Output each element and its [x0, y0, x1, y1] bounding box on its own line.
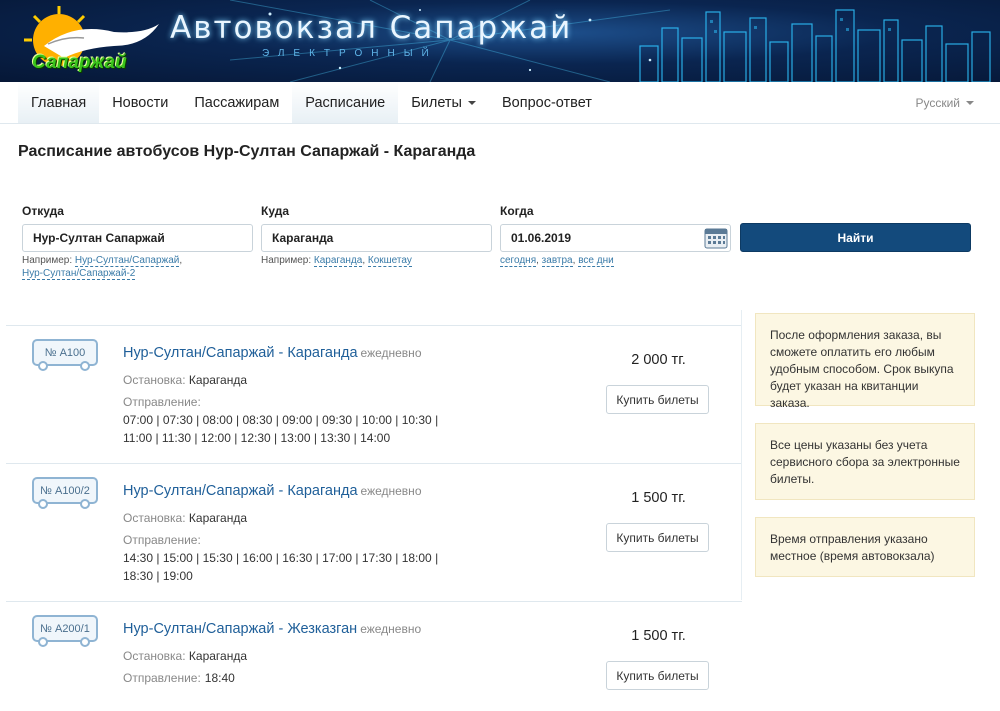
- nav-label: Главная: [31, 94, 87, 111]
- date-value: 01.06.2019: [511, 231, 572, 245]
- departure-times: 07:00 | 07:30 | 08:00 | 08:30 | 09:00 | …: [123, 413, 439, 445]
- date-input[interactable]: 01.06.2019: [500, 224, 731, 252]
- stop-value: Караганда: [188, 373, 248, 387]
- nav-label: Билеты: [411, 94, 462, 111]
- from-hint: Например: Нур-Султан/Сапаржай, Нур-Султа…: [22, 255, 183, 280]
- route-frequency: ежедневно: [360, 346, 422, 360]
- find-button[interactable]: Найти: [740, 223, 971, 252]
- ticket-price: 2 000 тг.: [631, 352, 686, 368]
- departure-label: Отправление:: [123, 533, 201, 547]
- main-navbar: Главная Новости Пассажирам Расписание Би…: [0, 82, 1000, 124]
- price-info-note: Все цены указаны без учета сервисного сб…: [755, 423, 975, 500]
- nav-label: Вопрос-ответ: [501, 94, 592, 111]
- route-name: Нур-Султан/Сапаржай - Караганда: [123, 483, 358, 499]
- nav-item-faq[interactable]: Вопрос-ответ: [489, 82, 605, 123]
- stop-value: Караганда: [188, 649, 248, 663]
- chevron-down-icon: [467, 100, 476, 105]
- from-input[interactable]: Нур-Султан Сапаржай: [22, 224, 253, 252]
- to-example-link[interactable]: Караганда: [313, 255, 363, 267]
- buy-tickets-button[interactable]: Купить билеты: [606, 523, 709, 552]
- hint-prefix: Например:: [22, 255, 73, 266]
- from-value: Нур-Султан Сапаржай: [33, 231, 165, 245]
- to-value: Караганда: [272, 231, 334, 245]
- stop-label: Остановка:: [123, 511, 186, 525]
- from-example-link[interactable]: Нур-Султан/Сапаржай: [74, 255, 180, 267]
- stop-info: Остановка: Караганда: [123, 373, 247, 387]
- wheel-icon: [80, 637, 90, 647]
- nav-label: Расписание: [305, 94, 386, 111]
- nav-item-passengers[interactable]: Пассажирам: [181, 82, 292, 123]
- bus-number-badge: № А100/2: [32, 477, 98, 509]
- chevron-down-icon: [966, 101, 974, 105]
- wheel-icon: [38, 499, 48, 509]
- route-link[interactable]: Нур-Султан/Сапаржай - Жезказган ежедневно: [123, 621, 421, 637]
- from-field-group: Откуда Нур-Султан Сапаржай Например: Нур…: [22, 204, 253, 280]
- calendar-icon[interactable]: [704, 227, 728, 249]
- route-frequency: ежедневно: [360, 484, 422, 498]
- route-row: № А100 Нур-Султан/Сапаржай - Караганда еж…: [6, 325, 742, 463]
- departure-info: Отправление: 18:40: [123, 671, 235, 685]
- ticket-price: 1 500 тг.: [631, 628, 686, 644]
- date-tomorrow-link[interactable]: завтра: [541, 255, 573, 267]
- date-all-days-link[interactable]: все дни: [578, 255, 614, 267]
- date-label: Когда: [500, 204, 534, 218]
- stop-label: Остановка:: [123, 373, 186, 387]
- to-field-group: Куда Караганда Например: Караганда, Кокш…: [261, 204, 492, 267]
- to-input[interactable]: Караганда: [261, 224, 492, 252]
- city-skyline-decoration: [639, 9, 991, 82]
- site-banner: Сапаржай Автовокзал Сапаржай ЭЛЕКТРОННЫЙ: [0, 0, 1000, 82]
- nav-item-tickets[interactable]: Билеты: [398, 82, 489, 123]
- to-example-link[interactable]: Кокшетау: [367, 255, 412, 267]
- bus-number-badge: № А200/1: [32, 615, 98, 647]
- wheel-icon: [80, 499, 90, 509]
- logo-wordmark[interactable]: Сапаржай: [32, 52, 127, 74]
- site-title: Автовокзал Сапаржай: [170, 10, 573, 46]
- stop-value: Караганда: [188, 511, 248, 525]
- wheel-icon: [80, 361, 90, 371]
- nav-item-home[interactable]: Главная: [18, 82, 100, 123]
- buy-tickets-button[interactable]: Купить билеты: [606, 385, 709, 414]
- bus-number-badge: № А100: [32, 339, 98, 371]
- departure-times: 14:30 | 15:00 | 15:30 | 16:00 | 16:30 | …: [123, 551, 439, 583]
- departure-label: Отправление:: [123, 671, 201, 685]
- departure-label: Отправление:: [123, 395, 201, 409]
- buy-tickets-button[interactable]: Купить билеты: [606, 661, 709, 690]
- from-label: Откуда: [22, 204, 64, 218]
- to-hint: Например: Караганда, Кокшетау: [261, 255, 412, 267]
- from-example-link[interactable]: Нур-Султан/Сапаржай-2: [22, 268, 136, 280]
- wheel-icon: [38, 637, 48, 647]
- route-link[interactable]: Нур-Султан/Сапаржай - Караганда ежедневно: [123, 345, 422, 361]
- to-label: Куда: [261, 204, 289, 218]
- payment-info-note: После оформления заказа, вы сможете опла…: [755, 313, 975, 410]
- date-field-group: Когда 01.06.2019 сегодня, завтра, все дн…: [500, 204, 731, 267]
- site-subtitle: ЭЛЕКТРОННЫЙ: [262, 48, 438, 59]
- stop-label: Остановка:: [123, 649, 186, 663]
- language-selector[interactable]: Русский: [915, 96, 974, 110]
- schedule-results: № А100 Нур-Султан/Сапаржай - Караганда еж…: [6, 325, 742, 711]
- date-today-link[interactable]: сегодня: [500, 255, 537, 267]
- route-link[interactable]: Нур-Султан/Сапаржай - Караганда ежедневно: [123, 483, 422, 499]
- route-frequency: ежедневно: [360, 622, 422, 636]
- hint-prefix: Например:: [261, 255, 312, 266]
- ticket-price: 1 500 тг.: [631, 490, 686, 506]
- nav-item-news[interactable]: Новости: [99, 82, 181, 123]
- page-title: Расписание автобусов Нур-Султан Сапаржай…: [18, 143, 476, 160]
- stop-info: Остановка: Караганда: [123, 649, 247, 663]
- nav-label: Новости: [112, 94, 169, 111]
- wheel-icon: [38, 361, 48, 371]
- route-name: Нур-Султан/Сапаржай - Жезказган: [123, 621, 358, 637]
- route-name: Нур-Султан/Сапаржай - Караганда: [123, 345, 358, 361]
- language-label: Русский: [915, 96, 960, 110]
- route-row: № А200/1 Нур-Султан/Сапаржай - Жезказган…: [6, 601, 742, 711]
- route-row: № А100/2 Нур-Султан/Сапаржай - Караганда…: [6, 463, 742, 601]
- column-divider: [741, 310, 742, 600]
- departure-times: 18:40: [204, 671, 235, 685]
- date-quick-links: сегодня, завтра, все дни: [500, 255, 614, 267]
- stop-info: Остановка: Караганда: [123, 511, 247, 525]
- nav-label: Пассажирам: [194, 94, 280, 111]
- time-info-note: Время отправления указано местное (время…: [755, 517, 975, 577]
- nav-item-schedule[interactable]: Расписание: [292, 82, 399, 123]
